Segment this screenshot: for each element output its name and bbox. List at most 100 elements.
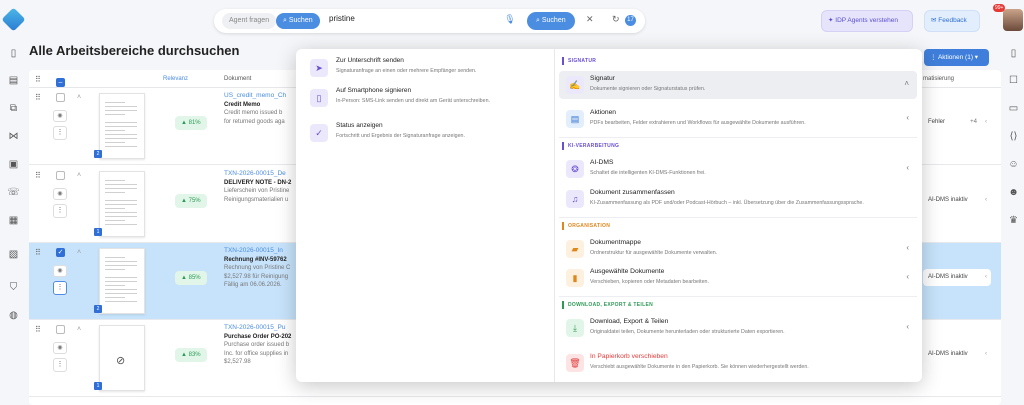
document-title-link[interactable]: TXN-2026-00015_De bbox=[224, 170, 299, 179]
item-title: Auf Smartphone signieren bbox=[336, 87, 412, 94]
sign-on-smartphone-item[interactable]: ▯ Auf Smartphone signieren In-Person: SM… bbox=[310, 87, 550, 113]
document-title-link[interactable]: TXN-2026-00015_Pu bbox=[224, 324, 299, 333]
feedback-button[interactable]: ✉ Feedback bbox=[924, 10, 980, 32]
column-document[interactable]: Dokument bbox=[224, 76, 251, 82]
menu-item-folder[interactable]: ▰ Dokumentmappe Ordnerstruktur für ausge… bbox=[559, 235, 917, 263]
document-desc: Purchase order issued b bbox=[224, 342, 290, 348]
tab-agent-ask[interactable]: Agent fragen bbox=[222, 13, 277, 29]
ai-icon[interactable]: ▣ bbox=[7, 158, 20, 171]
document-thumbnail[interactable] bbox=[99, 93, 145, 159]
document-thumbnail[interactable] bbox=[99, 171, 145, 237]
item-subtitle: Signaturanfrage an einen oder mehrere Em… bbox=[336, 68, 477, 74]
network-icon[interactable]: ⋈ bbox=[7, 130, 20, 143]
row-checkbox[interactable] bbox=[56, 171, 65, 180]
chevron-up-icon[interactable]: ˄ bbox=[77, 249, 81, 256]
menu-item-aidms[interactable]: ❂ AI-DMS Schaltet die intelligenten KI-D… bbox=[559, 155, 917, 183]
menu-item-trash[interactable]: 🗑 In Papierkorb verschieben Verschiebt a… bbox=[559, 349, 917, 377]
phone-icon[interactable]: ☏ bbox=[7, 186, 20, 199]
drag-handle-icon[interactable]: ⠿ bbox=[35, 248, 41, 257]
right-sidebar: ▯ ☐ ▭ ⟨⟩ ☺ ☻ ♛ bbox=[1003, 40, 1024, 405]
more-options-button[interactable]: ⋮ bbox=[53, 204, 67, 218]
document-title-link[interactable]: TXN-2026-00015_In bbox=[224, 247, 299, 256]
notification-badge: 99+ bbox=[993, 4, 1006, 12]
search-button[interactable]: ⌕ Suchen bbox=[527, 12, 575, 30]
avatar[interactable] bbox=[1003, 9, 1023, 31]
code-icon[interactable]: ⟨⟩ bbox=[1007, 130, 1020, 143]
drag-handle-icon[interactable]: ⠿ bbox=[35, 325, 41, 334]
item-subtitle: Originaldatei teilen, Dokumente herunter… bbox=[590, 329, 785, 335]
drag-handle-icon[interactable]: ⠿ bbox=[35, 93, 41, 102]
inbox-icon[interactable]: ☐ bbox=[1007, 74, 1020, 87]
tab-search[interactable]: ⌕ Suchen bbox=[276, 13, 320, 29]
team-icon[interactable]: ☻ bbox=[1007, 186, 1020, 199]
item-title: Dokument zusammenfassen bbox=[590, 189, 675, 196]
row-checkbox[interactable] bbox=[56, 325, 65, 334]
page-title: Alle Arbeitsbereiche durchsuchen bbox=[29, 43, 240, 58]
document-title-link[interactable]: US_credit_memo_Ch bbox=[224, 92, 299, 101]
search-input[interactable]: pristine bbox=[329, 14, 355, 23]
preview-icon[interactable]: ◉ bbox=[53, 110, 67, 122]
more-options-button[interactable]: ⋮ bbox=[53, 281, 67, 295]
row-checkbox[interactable] bbox=[56, 93, 65, 102]
app-logo[interactable] bbox=[1, 7, 26, 32]
chevron-up-icon[interactable]: ˄ bbox=[77, 326, 81, 333]
actions-button[interactable]: ⋮ Aktionen (1) ▾ bbox=[924, 49, 989, 66]
item-title: AI-DMS bbox=[590, 159, 614, 166]
globe-icon[interactable]: ◍ bbox=[7, 309, 20, 322]
document-name: Credit Memo bbox=[224, 101, 261, 108]
document-desc: Lieferschein von Pristine bbox=[224, 188, 290, 194]
status-tag[interactable]: Fehler +4 ‹ bbox=[923, 114, 991, 131]
document-desc: for returned goods aga bbox=[224, 118, 285, 125]
show-status-item[interactable]: ✓ Status anzeigen Fortschritt und Ergebn… bbox=[310, 122, 550, 148]
microphone-icon[interactable]: 🎙 bbox=[504, 14, 516, 28]
menu-item-aktionen[interactable]: ▤ Aktionen PDFs bearbeiten, Felder extra… bbox=[559, 105, 917, 133]
menu-item-signatur[interactable]: ✍ Signatur Dokumente signieren oder Sign… bbox=[559, 71, 917, 99]
menu-item-summarize[interactable]: ♫ Dokument zusammenfassen KI-Zusammenfas… bbox=[559, 185, 917, 213]
document-icon[interactable]: ▤ bbox=[7, 74, 20, 87]
relevance-badge: ▲ 81% bbox=[175, 116, 207, 130]
document-name: Purchase Order PO-202 bbox=[224, 333, 292, 340]
status-tag[interactable]: AI-DMS inaktiv ‹ bbox=[923, 192, 991, 209]
chevron-up-icon[interactable]: ˄ bbox=[77, 94, 81, 101]
shield-icon[interactable]: ⛉ bbox=[7, 281, 20, 294]
signature-submenu: ➤ Zur Unterschrift senden Signaturanfrag… bbox=[296, 49, 554, 382]
idp-agents-button[interactable]: ✦ IDP Agents verstehen bbox=[821, 10, 913, 32]
layers-icon[interactable]: ▦ bbox=[7, 214, 20, 227]
chevron-up-icon[interactable]: ˄ bbox=[77, 172, 81, 179]
users-icon[interactable]: ☺ bbox=[1007, 158, 1020, 171]
column-category[interactable]: matisierung bbox=[923, 76, 954, 82]
status-tag[interactable]: AI-DMS inaktiv ‹ bbox=[923, 346, 991, 363]
panel-toggle-icon[interactable]: ▯ bbox=[1007, 47, 1020, 60]
more-options-button[interactable]: ⋮ bbox=[53, 126, 67, 140]
card-icon[interactable]: ▭ bbox=[1007, 102, 1020, 115]
item-title: Signatur bbox=[590, 75, 615, 82]
document-info: TXN-2026-00015_De DELIVERY NOTE - DN-2 L… bbox=[224, 170, 299, 204]
item-subtitle: Schaltet die intelligenten KI-DMS-Funkti… bbox=[590, 170, 706, 176]
status-tag-extra: +4 bbox=[970, 119, 977, 125]
sidebar-toggle-icon[interactable]: ▯ bbox=[7, 47, 20, 60]
more-options-button[interactable]: ⋮ bbox=[53, 358, 67, 372]
column-relevance[interactable]: Relevanz bbox=[163, 76, 188, 82]
left-sidebar: ▯ ▤ ⧉ ⋈ ▣ ☏ ▦ ▧ ⛉ ◍ bbox=[0, 40, 27, 405]
menu-item-selected-docs[interactable]: ▮ Ausgewählte Dokumente Verschieben, kop… bbox=[559, 264, 917, 292]
row-checkbox[interactable]: ✓ bbox=[56, 248, 65, 257]
item-subtitle: Verschieben, kopieren oder Metadaten bea… bbox=[590, 279, 709, 285]
close-icon[interactable]: ✕ bbox=[586, 14, 594, 25]
document-thumbnail[interactable]: ⊘ bbox=[99, 325, 145, 391]
section-download: DOWNLOAD, EXPORT & TEILEN bbox=[568, 302, 653, 308]
preview-icon[interactable]: ◉ bbox=[53, 342, 67, 354]
send-for-signature-item[interactable]: ➤ Zur Unterschrift senden Signaturanfrag… bbox=[310, 57, 550, 83]
document-thumbnail[interactable] bbox=[99, 248, 145, 314]
select-all-checkbox[interactable]: – bbox=[56, 78, 65, 87]
image-icon[interactable]: ▧ bbox=[7, 248, 20, 261]
chevron-up-icon: ˄ bbox=[904, 79, 909, 88]
preview-icon[interactable]: ◉ bbox=[53, 188, 67, 200]
status-tag[interactable]: AI-DMS inaktiv ‹ bbox=[923, 269, 991, 286]
menu-item-download[interactable]: ⤓ Download, Export & Teilen Originaldate… bbox=[559, 314, 917, 342]
crown-icon[interactable]: ♛ bbox=[1007, 214, 1020, 227]
workflow-icon[interactable]: ⧉ bbox=[7, 102, 20, 115]
history-icon[interactable]: ↻ bbox=[612, 14, 620, 25]
preview-icon[interactable]: ◉ bbox=[53, 265, 67, 277]
document-desc: Credit memo issued b bbox=[224, 110, 283, 116]
drag-handle-icon[interactable]: ⠿ bbox=[35, 171, 41, 180]
